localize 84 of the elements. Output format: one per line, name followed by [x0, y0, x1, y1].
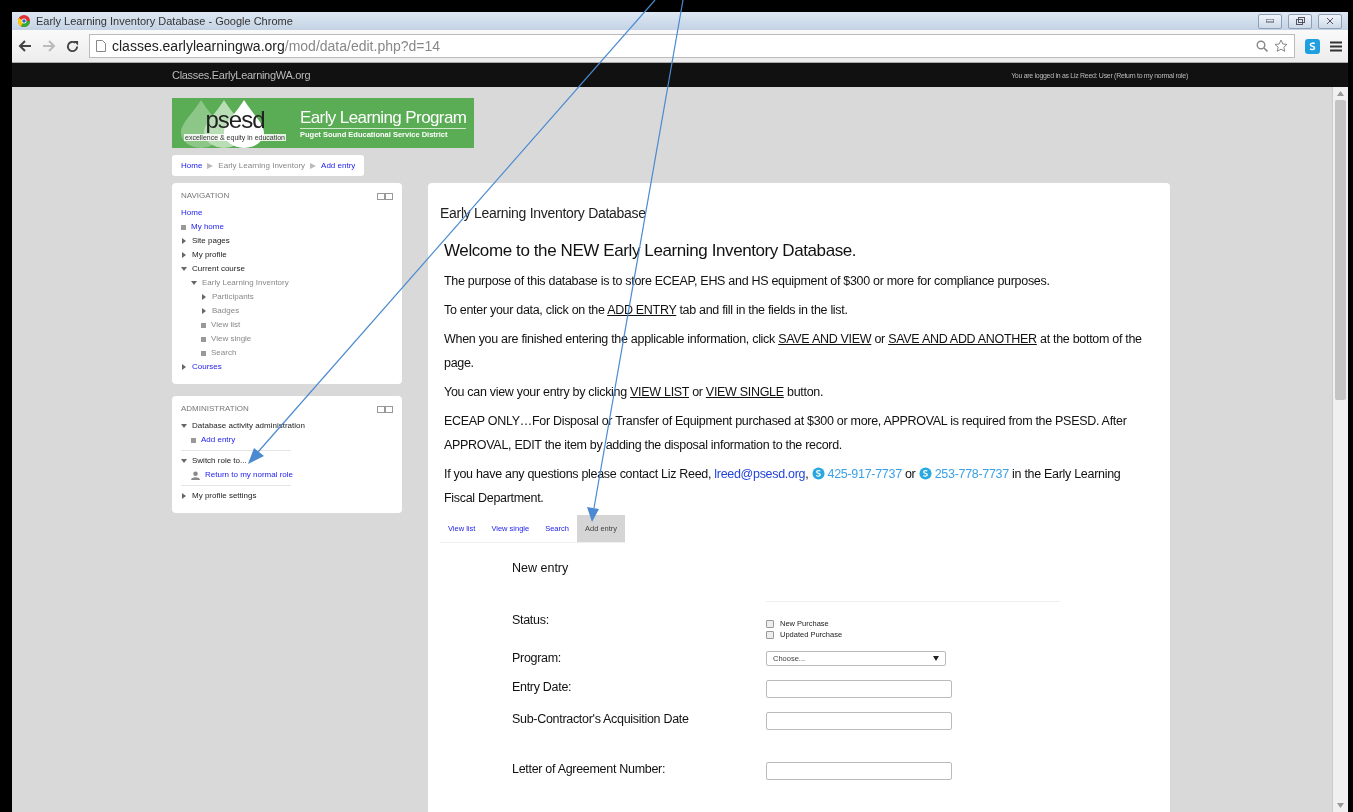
bullet-icon	[201, 336, 206, 342]
nav-link[interactable]: Add entry	[201, 433, 236, 447]
expanded-triangle-icon[interactable]	[181, 423, 187, 429]
collapsed-triangle-icon[interactable]	[181, 364, 187, 370]
field-label: Sub-Contractor's Acquisition Date	[512, 712, 690, 726]
close-icon	[1326, 17, 1334, 25]
nav-link[interactable]: Courses	[192, 360, 222, 374]
field-label: Program:	[512, 651, 562, 665]
nav-item[interactable]: Early Learning Inventory	[202, 276, 289, 290]
block-controls-icon[interactable]	[377, 406, 393, 413]
info-paragraph: When you are finished entering the applicable information, click SAVE AND VIEW or SAVE AND ADD ANOTHER at the bottom of the page.	[444, 331, 1143, 372]
nav-item[interactable]: Switch role to...	[192, 454, 247, 468]
nav-item[interactable]: Current course	[192, 262, 245, 276]
underlined-term: SAVE AND VIEW	[778, 332, 872, 346]
page-icon	[96, 40, 106, 52]
nav-item[interactable]: View list	[211, 318, 241, 332]
expanded-triangle-icon[interactable]	[181, 458, 187, 464]
input-field[interactable]	[766, 762, 952, 780]
menu-icon[interactable]	[1330, 40, 1342, 52]
star-icon[interactable]	[1274, 39, 1288, 53]
field-label: Letter of Agreement Number:	[512, 762, 667, 776]
nav-item[interactable]: Site pages	[192, 234, 230, 248]
nav-item[interactable]: Badges	[212, 304, 240, 318]
checkbox[interactable]	[766, 619, 774, 628]
program-title: Early Learning Program	[300, 107, 467, 128]
collapsed-triangle-icon[interactable]	[201, 308, 207, 314]
underlined-term: VIEW LIST	[630, 385, 689, 399]
welcome-heading: Welcome to the NEW Early Learning Inventory Database.	[444, 241, 858, 261]
separator-icon	[310, 162, 317, 169]
underlined-term: VIEW SINGLE	[705, 385, 784, 399]
user-icon	[191, 470, 200, 480]
block-title: ADMINISTRATION	[181, 404, 249, 413]
nav-item[interactable]: Search	[211, 346, 237, 360]
field-label: Entry Date:	[512, 680, 573, 694]
checkbox[interactable]	[766, 630, 774, 639]
browser-logo-icon	[18, 15, 30, 27]
site-name[interactable]: Classes.EarlyLearningWA.org	[172, 69, 311, 81]
restore-icon	[1295, 17, 1305, 25]
nav-item[interactable]: Participants	[212, 290, 254, 304]
input-field[interactable]	[766, 712, 952, 730]
input-field[interactable]	[766, 680, 952, 698]
nav-item[interactable]: My profile settings	[192, 489, 257, 503]
expanded-triangle-icon[interactable]	[191, 280, 197, 286]
nav-link[interactable]: Home	[181, 206, 203, 220]
skype-icon	[918, 467, 932, 480]
bullet-icon	[181, 224, 186, 230]
separator-icon	[207, 162, 214, 169]
underlined-term: SAVE AND ADD ANOTHER	[888, 332, 1037, 346]
info-paragraph: You can view your entry by clicking VIEW LIST or VIEW SINGLE button.	[444, 384, 825, 401]
nav-item[interactable]: View single	[211, 332, 252, 346]
breadcrumb-item[interactable]: Early Learning Inventory	[218, 161, 306, 170]
collapsed-triangle-icon[interactable]	[181, 493, 187, 499]
breadcrumb-link[interactable]: Add entry	[321, 161, 356, 170]
info-paragraph: The purpose of this database is to store ECEAP, EHS and HS equipment of $300 or more for compliance purposes.	[444, 273, 1051, 290]
dropdown-caret-icon	[933, 656, 939, 661]
underlined-term: ADD ENTRY	[607, 303, 677, 317]
restore-button[interactable]	[1288, 13, 1312, 29]
minimize-icon	[1266, 19, 1274, 23]
block-title: NAVIGATION	[181, 191, 230, 200]
field-label: Status:	[512, 613, 550, 627]
address-field[interactable]: classes.earlylearningwa.org/mod/data/edit.php?d=14	[89, 34, 1295, 58]
info-paragraph: ECEAP ONLY…For Disposal or Transfer of Equipment purchased at $300 or more, APPROVAL is required from the PSESD. After APPROVAL, EDIT the item by adding the disposal information to the record.	[444, 413, 1128, 454]
nav-link[interactable]: Return to my normal role	[205, 468, 294, 482]
bullet-icon	[201, 350, 206, 356]
close-button[interactable]	[1318, 13, 1342, 29]
skype-icon	[811, 467, 825, 480]
bullet-icon	[191, 437, 196, 443]
breadcrumb-link[interactable]: Home	[181, 161, 203, 170]
collapsed-triangle-icon[interactable]	[181, 252, 187, 258]
bullet-icon	[201, 322, 206, 328]
info-paragraph: If you have any questions please contact Liz Reed, lreed@psesd.org, 425-917-7737 or 253-778-7737 in the Early Learning Fiscal Department.	[444, 466, 1122, 507]
nav-link[interactable]: My home	[191, 220, 224, 234]
collapsed-triangle-icon[interactable]	[201, 294, 207, 300]
expanded-triangle-icon[interactable]	[181, 266, 187, 272]
info-paragraph: To enter your data, click on the ADD ENTRY tab and fill in the fields in the list.	[444, 302, 849, 319]
nav-item[interactable]: My profile	[192, 248, 227, 262]
form-title: New entry	[512, 561, 570, 575]
reload-icon[interactable]	[66, 39, 79, 53]
collapsed-triangle-icon[interactable]	[181, 238, 187, 244]
search-icon[interactable]	[1256, 40, 1268, 52]
back-icon[interactable]	[18, 40, 32, 52]
block-controls-icon[interactable]	[377, 193, 393, 200]
window-title: Early Learning Inventory Database - Google Chrome	[36, 15, 294, 27]
skype-extension-icon[interactable]	[1305, 38, 1320, 54]
